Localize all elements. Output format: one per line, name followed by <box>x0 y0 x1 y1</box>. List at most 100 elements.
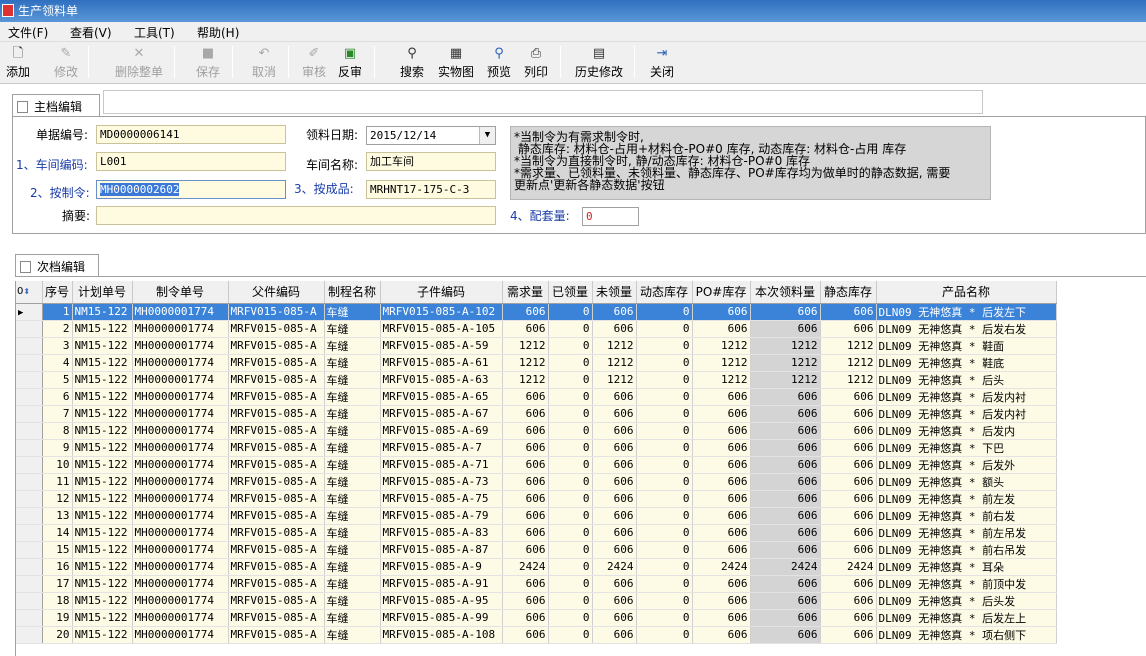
row-indicator[interactable] <box>16 626 43 644</box>
table-cell[interactable]: NM15-122 <box>72 558 133 576</box>
remark-field[interactable] <box>96 206 496 225</box>
table-cell[interactable]: 0 <box>548 626 593 644</box>
table-cell[interactable]: 车缝 <box>324 541 381 559</box>
table-cell[interactable]: 606 <box>692 609 751 627</box>
table-cell[interactable]: MH0000001774 <box>132 592 229 610</box>
menu-tools[interactable]: 工具(T) <box>134 24 175 41</box>
table-cell[interactable]: 606 <box>502 473 549 491</box>
table-cell[interactable]: MH0000001774 <box>132 320 229 338</box>
table-cell[interactable]: 1212 <box>820 337 877 355</box>
table-cell[interactable]: 606 <box>750 626 821 644</box>
table-cell[interactable]: 车缝 <box>324 575 381 593</box>
table-cell[interactable]: 15 <box>42 541 73 559</box>
col-header[interactable]: PO#库存 <box>692 281 751 304</box>
table-cell[interactable]: 606 <box>502 541 549 559</box>
table-cell[interactable]: 606 <box>750 456 821 474</box>
table-cell[interactable]: DLN09 无神悠真 * 前右吊发 <box>876 541 1057 559</box>
table-cell[interactable]: 606 <box>750 490 821 508</box>
table-cell[interactable]: 606 <box>750 388 821 406</box>
table-cell[interactable]: MRFV015-085-A <box>228 575 325 593</box>
table-cell[interactable]: 0 <box>548 541 593 559</box>
table-cell[interactable]: 606 <box>502 439 549 457</box>
table-cell[interactable]: 0 <box>636 371 693 389</box>
table-cell[interactable]: 606 <box>692 524 751 542</box>
table-cell[interactable]: MH0000001774 <box>132 524 229 542</box>
table-cell[interactable]: 606 <box>592 575 637 593</box>
menu-view[interactable]: 查看(V) <box>70 24 112 41</box>
table-cell[interactable]: MRFV015-085-A <box>228 303 325 321</box>
table-cell[interactable]: MH0000001774 <box>132 422 229 440</box>
table-cell[interactable]: MH0000001774 <box>132 473 229 491</box>
table-cell[interactable]: DLN09 无神悠真 * 后发内衬 <box>876 388 1057 406</box>
table-cell[interactable]: 606 <box>502 507 549 525</box>
table-cell[interactable]: 606 <box>592 473 637 491</box>
grid-corner[interactable]: 0⬍ <box>16 281 43 304</box>
table-row[interactable]: 11 NM15-122 MH0000001774 MRFV015-085-A 车缝 MRF… <box>16 473 1057 491</box>
table-cell[interactable]: 11 <box>42 473 73 491</box>
row-indicator[interactable] <box>16 575 43 593</box>
table-cell[interactable]: 1212 <box>592 337 637 355</box>
col-header[interactable]: 未领量 <box>592 281 637 304</box>
table-cell[interactable]: DLN09 无神悠真 * 后头 <box>876 371 1057 389</box>
table-cell[interactable]: MRFV015-085-A-79 <box>380 507 503 525</box>
table-cell[interactable]: 606 <box>692 405 751 423</box>
table-cell[interactable]: 606 <box>750 320 821 338</box>
table-cell[interactable]: 3 <box>42 337 73 355</box>
col-header[interactable]: 动态库存 <box>636 281 693 304</box>
row-indicator[interactable] <box>16 609 43 627</box>
table-cell[interactable]: MRFV015-085-A <box>228 456 325 474</box>
table-row[interactable]: 2 NM15-122 MH0000001774 MRFV015-085-A 车缝 MRFV… <box>16 320 1057 338</box>
menu-help[interactable]: 帮助(H) <box>197 24 239 41</box>
table-cell[interactable]: 606 <box>692 320 751 338</box>
table-cell[interactable]: NM15-122 <box>72 473 133 491</box>
table-cell[interactable]: DLN09 无神悠真 * 耳朵 <box>876 558 1057 576</box>
table-cell[interactable]: MRFV015-085-A <box>228 405 325 423</box>
table-row[interactable]: 10 NM15-122 MH0000001774 MRFV015-085-A 车缝 MRF… <box>16 456 1057 474</box>
table-cell[interactable]: 6 <box>42 388 73 406</box>
table-cell[interactable]: 606 <box>502 524 549 542</box>
table-cell[interactable]: 606 <box>820 456 877 474</box>
table-cell[interactable]: 606 <box>502 303 549 321</box>
table-cell[interactable]: 606 <box>750 609 821 627</box>
row-indicator[interactable] <box>16 473 43 491</box>
table-cell[interactable]: 2424 <box>750 558 821 576</box>
table-cell[interactable]: 606 <box>592 609 637 627</box>
table-cell[interactable]: MRFV015-085-A-102 <box>380 303 503 321</box>
row-indicator[interactable] <box>16 388 43 406</box>
table-cell[interactable]: DLN09 无神悠真 * 下巴 <box>876 439 1057 457</box>
col-header[interactable]: 制程名称 <box>324 281 381 304</box>
save-button[interactable]: ■ 保存 <box>194 44 222 80</box>
table-cell[interactable]: 车缝 <box>324 439 381 457</box>
table-cell[interactable]: 1 <box>42 303 73 321</box>
table-cell[interactable]: 606 <box>692 575 751 593</box>
table-cell[interactable]: MH0000001774 <box>132 303 229 321</box>
table-cell[interactable]: 606 <box>592 524 637 542</box>
table-cell[interactable]: NM15-122 <box>72 388 133 406</box>
table-cell[interactable]: MH0000001774 <box>132 507 229 525</box>
table-cell[interactable]: 606 <box>692 439 751 457</box>
col-header[interactable]: 子件编码 <box>380 281 503 304</box>
table-cell[interactable]: 0 <box>548 405 593 423</box>
cancel-button[interactable]: ↶ 取消 <box>250 44 278 80</box>
table-cell[interactable]: 606 <box>692 422 751 440</box>
table-row[interactable]: 17 NM15-122 MH0000001774 MRFV015-085-A 车缝 MRF… <box>16 575 1057 593</box>
table-cell[interactable]: 606 <box>820 541 877 559</box>
table-cell[interactable]: MH0000001774 <box>132 490 229 508</box>
table-cell[interactable]: DLN09 无神悠真 * 前顶中发 <box>876 575 1057 593</box>
table-cell[interactable]: 606 <box>820 490 877 508</box>
preview-button[interactable]: ⚲ 预览 <box>485 44 513 80</box>
table-cell[interactable]: MRFV015-085-A-105 <box>380 320 503 338</box>
row-indicator[interactable] <box>16 592 43 610</box>
table-row[interactable]: 7 NM15-122 MH0000001774 MRFV015-085-A 车缝 MRFV… <box>16 405 1057 423</box>
table-cell[interactable]: 车缝 <box>324 371 381 389</box>
table-cell[interactable]: 2424 <box>820 558 877 576</box>
table-cell[interactable]: 0 <box>548 609 593 627</box>
col-header[interactable]: 需求量 <box>502 281 549 304</box>
table-cell[interactable]: MRFV015-085-A-69 <box>380 422 503 440</box>
table-cell[interactable]: 1212 <box>750 354 821 372</box>
table-cell[interactable]: DLN09 无神悠真 * 后发外 <box>876 456 1057 474</box>
physical-view-button[interactable]: ▦ 实物图 <box>435 44 477 80</box>
table-cell[interactable]: 606 <box>592 541 637 559</box>
close-button[interactable]: ⇥ 关闭 <box>648 44 676 80</box>
table-cell[interactable]: 0 <box>636 490 693 508</box>
